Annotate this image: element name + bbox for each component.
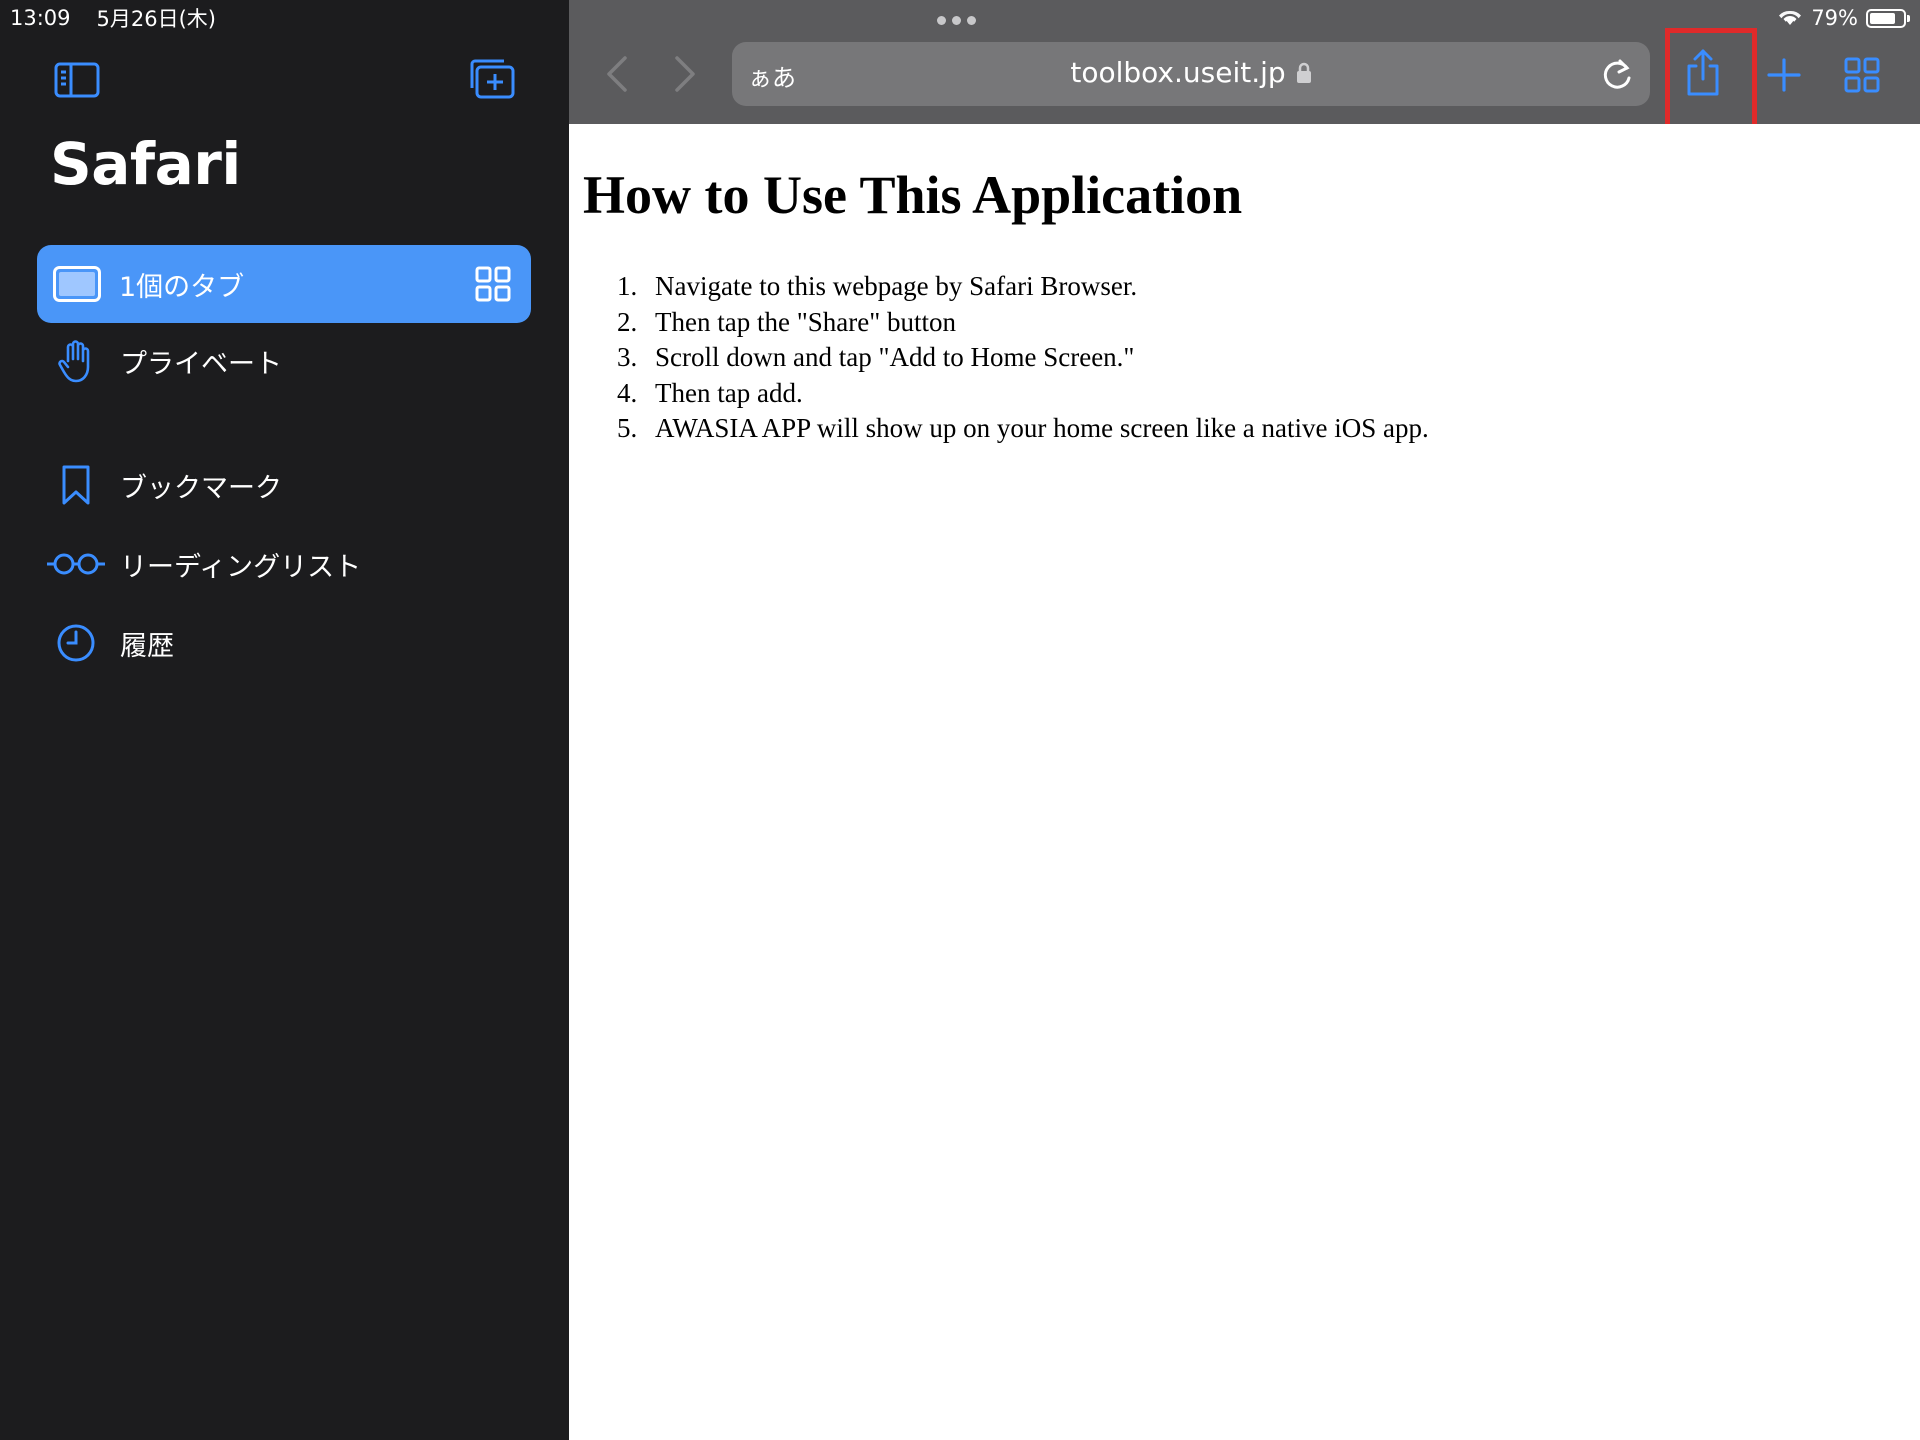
new-tab-group-icon[interactable] — [466, 58, 516, 100]
list-item: 4. Then tap add. — [617, 376, 1429, 412]
glasses-icon — [45, 550, 107, 578]
multitasking-dots-icon[interactable] — [937, 16, 976, 25]
reading-list-label: リーディングリスト — [120, 551, 362, 583]
sidebar-item-history[interactable]: 履歴 — [0, 611, 569, 675]
status-bar-right: 79% — [1777, 4, 1910, 32]
sidebar: 13:09 5月26日(木) Safari 1個のタブ プライベート ブックマー… — [0, 0, 569, 1440]
sidebar-item-bookmarks[interactable]: ブックマーク — [0, 453, 569, 517]
step-text: Navigate to this webpage by Safari Brows… — [655, 271, 1138, 301]
status-date: 5月26日(木) — [96, 7, 216, 31]
step-number: 3. — [617, 342, 638, 372]
back-icon[interactable] — [605, 54, 629, 94]
address-bar[interactable]: ぁあ toolbox.useit.jp — [732, 42, 1650, 106]
tab-grid-icon[interactable] — [475, 266, 511, 306]
list-item: 2. Then tap the "Share" button — [617, 305, 1429, 341]
bookmark-icon — [45, 464, 107, 506]
hand-icon — [45, 339, 107, 383]
step-text: Then tap the "Share" button — [655, 306, 956, 337]
sidebar-item-reading-list[interactable]: リーディングリスト — [0, 532, 569, 596]
step-number: 1. — [617, 271, 638, 301]
step-text: Then tap add. — [655, 377, 803, 408]
sidebar-item-private[interactable]: プライベート — [0, 329, 569, 393]
sidebar-item-tabs[interactable]: 1個のタブ — [37, 245, 531, 323]
step-number: 5. — [617, 413, 638, 443]
web-content: How to Use This Application 1. Navigate t… — [569, 124, 1920, 1440]
step-text: AWASIA APP will show up on your home scr… — [655, 413, 1429, 443]
private-label: プライベート — [120, 348, 282, 380]
lock-icon — [1296, 58, 1312, 91]
step-number: 2. — [617, 306, 638, 337]
sidebar-toggle-icon[interactable] — [54, 62, 100, 98]
reload-icon[interactable] — [1600, 56, 1634, 96]
step-number: 4. — [617, 377, 638, 408]
ipad-icon — [53, 266, 101, 306]
wifi-icon — [1777, 6, 1803, 31]
url-display[interactable]: toolbox.useit.jp — [732, 56, 1650, 91]
sidebar-title: Safari — [50, 130, 241, 198]
forward-icon[interactable] — [673, 54, 697, 94]
page-heading: How to Use This Application — [583, 165, 1243, 225]
plus-icon[interactable] — [1767, 58, 1801, 92]
list-item: 5. AWASIA APP will show up on your home s… — [617, 411, 1429, 447]
status-time: 13:09 — [10, 6, 71, 30]
steps-list: 1. Navigate to this webpage by Safari Bro… — [617, 269, 1429, 447]
status-bar-left: 13:09 5月26日(木) — [10, 4, 216, 32]
history-label: 履歴 — [120, 630, 174, 662]
tab-overview-icon[interactable] — [1844, 57, 1880, 93]
list-item: 3. Scroll down and tap "Add to Home Scree… — [617, 340, 1429, 376]
battery-percent: 79% — [1811, 6, 1858, 30]
step-text: Scroll down and tap "Add to Home Screen.… — [655, 342, 1135, 372]
clock-icon — [45, 623, 107, 663]
bookmarks-label: ブックマーク — [120, 472, 282, 504]
list-item: 1. Navigate to this webpage by Safari Bro… — [617, 269, 1429, 305]
battery-icon — [1866, 8, 1910, 28]
url-text: toolbox.useit.jp — [1070, 56, 1286, 89]
tabs-item-label: 1個のタブ — [119, 271, 245, 303]
